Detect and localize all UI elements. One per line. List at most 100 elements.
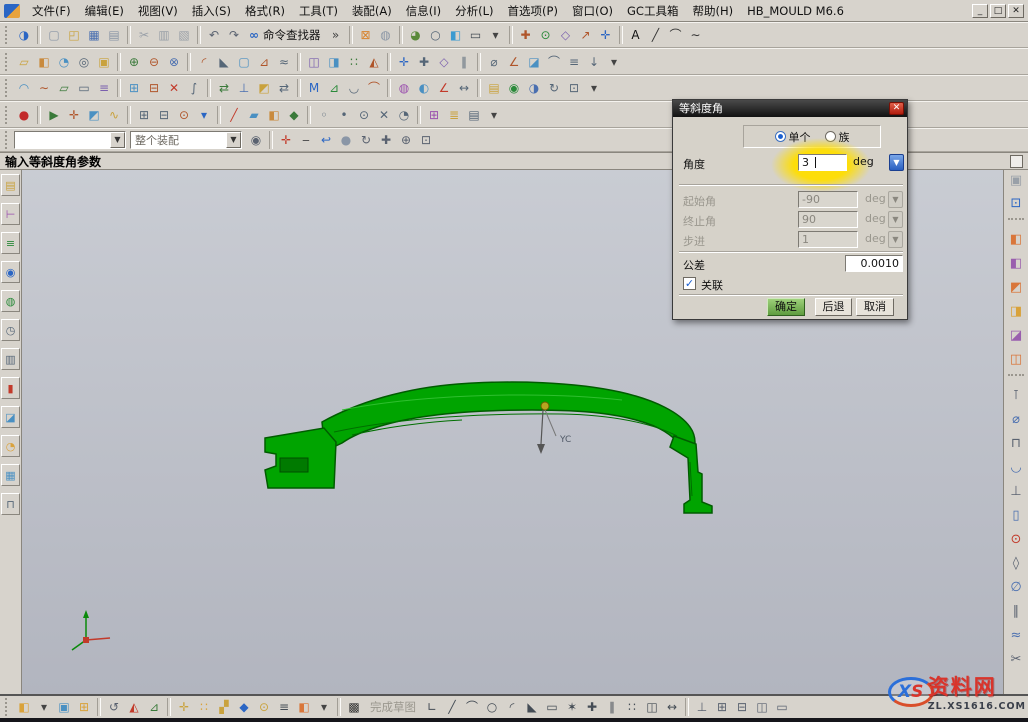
dropdown-chevron-icon[interactable]: ▾ xyxy=(35,698,53,716)
rectangle-icon[interactable]: ▭ xyxy=(543,698,561,716)
ruled-surface-icon[interactable]: ▱ xyxy=(55,79,73,97)
back-button[interactable]: 后退 xyxy=(815,298,852,316)
assembly-sequence-icon[interactable]: ⊿ xyxy=(145,698,163,716)
sew-icon[interactable]: ⊞ xyxy=(125,79,143,97)
new-file-icon[interactable]: ▢ xyxy=(45,26,63,44)
filter-icon[interactable]: ▾ xyxy=(195,106,213,124)
menu-edit[interactable]: 编辑(E) xyxy=(79,1,130,21)
chevron-down-icon[interactable]: ▼ xyxy=(226,132,241,148)
x-form-icon[interactable]: ✕ xyxy=(165,79,183,97)
i-form-icon[interactable]: ∫ xyxy=(185,79,203,97)
patch-icon[interactable]: ⊟ xyxy=(145,79,163,97)
visual-reports-tab[interactable]: ▮ xyxy=(1,377,20,399)
people-tab[interactable]: ◔ xyxy=(1,435,20,457)
swept-icon[interactable]: ∼ xyxy=(35,79,53,97)
minimize-button[interactable]: _ xyxy=(972,4,988,18)
templates-tab[interactable]: ⊓ xyxy=(1,493,20,515)
toolbar-grip[interactable] xyxy=(5,26,10,44)
csys-icon[interactable]: ✛ xyxy=(597,26,615,44)
arc-icon[interactable]: ⌒ xyxy=(463,698,481,716)
measure-icon[interactable]: ⌀ xyxy=(485,53,503,71)
history-tab[interactable]: ◷ xyxy=(1,319,20,341)
mold-csys-icon[interactable]: ◩ xyxy=(1007,279,1025,297)
dialog-rail-icon[interactable]: ▣ xyxy=(1007,172,1025,190)
menu-assemblies[interactable]: 装配(A) xyxy=(346,1,398,21)
screw-icon[interactable]: ⊺ xyxy=(1007,387,1025,405)
wave-link-icon[interactable]: ⇄ xyxy=(215,79,233,97)
cancel-button[interactable]: 取消 xyxy=(856,298,894,316)
visibility-icon[interactable]: ◉ xyxy=(505,79,523,97)
add-component-icon[interactable]: ⊞ xyxy=(75,698,93,716)
dimension-icon[interactable]: ↔ xyxy=(663,698,681,716)
angle-unit-dropdown-icon[interactable]: ▼ xyxy=(889,154,904,171)
mold-wizard-icon[interactable]: ◧ xyxy=(1007,231,1025,249)
clip-window-icon[interactable]: ⊡ xyxy=(1007,195,1025,213)
ejector-icon[interactable]: ▯ xyxy=(1007,507,1025,525)
refresh-icon[interactable]: ↻ xyxy=(545,79,563,97)
through-curves-icon[interactable]: ◠ xyxy=(15,79,33,97)
point-icon[interactable]: ✚ xyxy=(415,53,433,71)
overflow-chevron-icon[interactable]: ▾ xyxy=(485,106,503,124)
reattach-icon[interactable]: ◫ xyxy=(753,698,771,716)
axis-icon[interactable]: ∥ xyxy=(455,53,473,71)
snap-enable-icon[interactable]: ✛ xyxy=(277,131,295,149)
circle-icon[interactable]: ○ xyxy=(483,698,501,716)
snap-quadrant-icon[interactable]: ◔ xyxy=(395,106,413,124)
body-icon[interactable]: ◧ xyxy=(265,106,283,124)
restore-button[interactable]: □ xyxy=(990,4,1006,18)
replace-component-icon[interactable]: ⇄ xyxy=(275,79,293,97)
line-icon[interactable]: ╱ xyxy=(647,26,665,44)
mirror-assembly-icon[interactable]: ◭ xyxy=(125,698,143,716)
list-icon[interactable]: ≡ xyxy=(275,698,293,716)
rotate-view-icon[interactable]: ↻ xyxy=(357,131,375,149)
scene-tab[interactable]: ▦ xyxy=(1,464,20,486)
window-close-icon[interactable]: ⊠ xyxy=(357,26,375,44)
small-cube-icon[interactable]: ◧ xyxy=(295,698,313,716)
view-cube-icon[interactable]: ◧ xyxy=(447,26,465,44)
roles-tab[interactable]: ▤ xyxy=(1,174,20,196)
line-icon[interactable]: ╱ xyxy=(443,698,461,716)
bounded-plane-icon[interactable]: ▭ xyxy=(75,79,93,97)
start-icon[interactable]: ◑ xyxy=(15,26,33,44)
toolbar-grip[interactable] xyxy=(5,53,10,71)
series-icon[interactable]: ▞ xyxy=(215,698,233,716)
feature-icon[interactable]: ◆ xyxy=(285,106,303,124)
zoom-view-icon[interactable]: ⊕ xyxy=(397,131,415,149)
menu-file[interactable]: 文件(F) xyxy=(26,1,77,21)
show-constraints-icon[interactable]: ⊞ xyxy=(713,698,731,716)
modeling-app-icon[interactable]: M xyxy=(305,79,323,97)
slope-icon[interactable]: ∠ xyxy=(435,79,453,97)
hole-icon[interactable]: ◎ xyxy=(75,53,93,71)
workpiece-icon[interactable]: ◧ xyxy=(1007,255,1025,273)
shaded-ball-icon[interactable]: ● xyxy=(337,131,355,149)
distance-icon[interactable]: ↔ xyxy=(455,79,473,97)
cooling-icon[interactable]: ≈ xyxy=(1007,627,1025,645)
wcs-dynamics-icon[interactable]: ✛ xyxy=(65,106,83,124)
dialog-title[interactable]: 等斜度角 xyxy=(673,100,907,117)
angle-analysis-icon[interactable]: ∠ xyxy=(505,53,523,71)
tolerance-input[interactable]: 0.0010 xyxy=(845,255,903,272)
part-navigator-tab[interactable]: ≡ xyxy=(1,232,20,254)
internet-tab[interactable]: ◉ xyxy=(1,261,20,283)
menu-format[interactable]: 格式(R) xyxy=(239,1,291,21)
project-curve-icon[interactable]: ↓ xyxy=(585,53,603,71)
face-analysis-icon[interactable]: ◍ xyxy=(395,79,413,97)
interpart-link-icon[interactable]: ⊙ xyxy=(255,698,273,716)
cavity-layout-icon[interactable]: ◨ xyxy=(1007,303,1025,321)
selection-filter-combo[interactable]: ▼ xyxy=(14,131,126,149)
extrude-icon[interactable]: ◧ xyxy=(35,53,53,71)
text-icon[interactable]: A xyxy=(627,26,645,44)
vector-icon[interactable]: ↗ xyxy=(577,26,595,44)
mirror-feature-icon[interactable]: ◭ xyxy=(365,53,383,71)
snap-end-icon[interactable]: • xyxy=(335,106,353,124)
isocline-icon[interactable]: ⊿ xyxy=(325,79,343,97)
angle-input[interactable]: 3 xyxy=(798,154,847,171)
point-icon[interactable]: ✚ xyxy=(583,698,601,716)
menu-insert[interactable]: 插入(S) xyxy=(186,1,237,21)
gate-icon[interactable]: ∅ xyxy=(1007,579,1025,597)
subtract-icon[interactable]: ⊖ xyxy=(145,53,163,71)
trim-mold-icon[interactable]: ✂ xyxy=(1007,651,1025,669)
spline-icon[interactable]: ∼ xyxy=(687,26,705,44)
lifter-icon[interactable]: ◡ xyxy=(1007,459,1025,477)
browser-tab[interactable]: ◍ xyxy=(1,290,20,312)
